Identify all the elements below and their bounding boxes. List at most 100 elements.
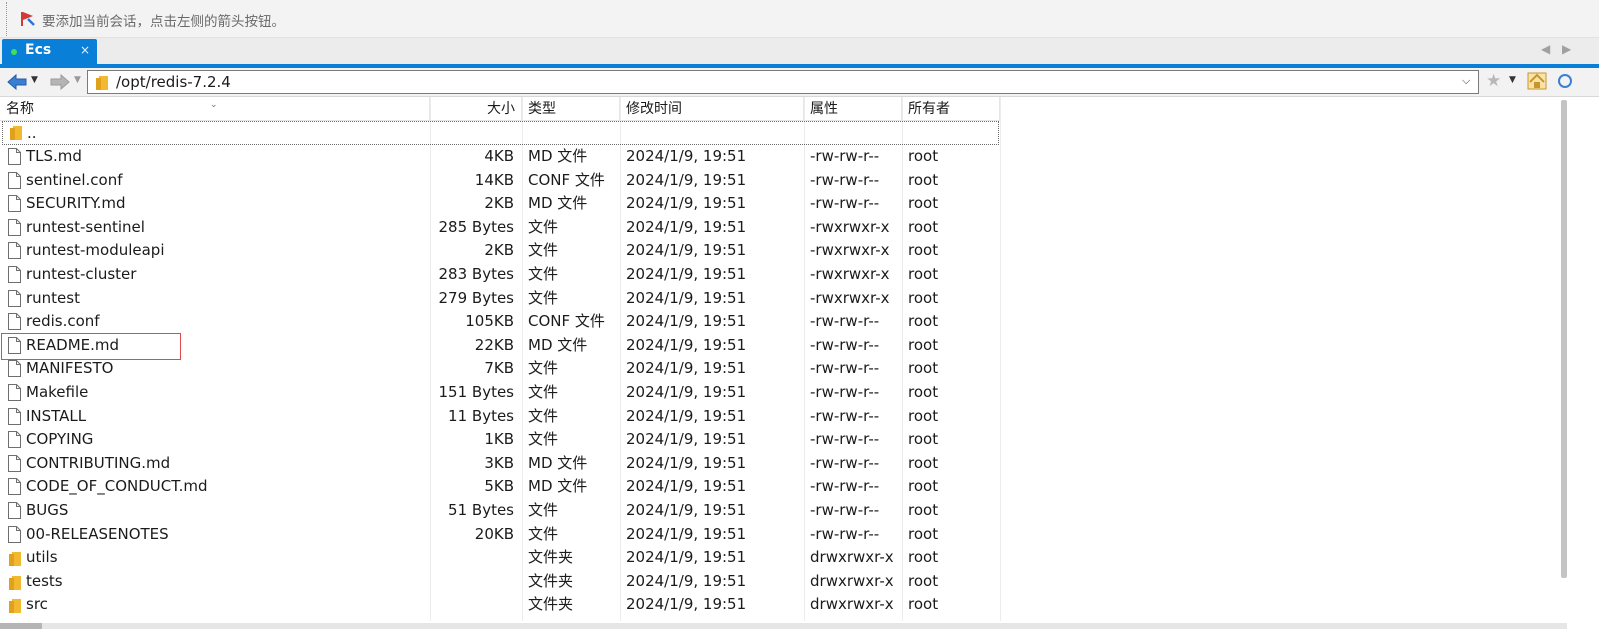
path-text: /opt/redis-7.2.4: [116, 73, 231, 91]
file-owner: root: [908, 335, 939, 354]
file-attr: -rwxrwxr-x: [810, 265, 890, 283]
file-size: [0, 570, 514, 593]
arrow-right-icon[interactable]: [49, 73, 71, 91]
file-attr: drwxrwxr-x: [810, 595, 894, 614]
file-owner: root: [908, 430, 939, 449]
file-owner: root: [908, 217, 939, 236]
file-mtime: 2024/1/9, 19:51: [626, 477, 747, 496]
file-type: 文件: [528, 406, 559, 425]
file-row[interactable]: 00-RELEASENOTES 20KB 文件 2024/1/9, 19:51 -rw-…: [0, 523, 1000, 547]
file-type: MD 文件: [528, 335, 588, 354]
folder-row[interactable]: tests 文件夹 2024/1/9, 19:51 drwxrwxr-x root: [0, 570, 1000, 594]
file-owner: root: [908, 241, 939, 260]
col-header-name[interactable]: 名称 ⌄: [0, 97, 430, 121]
back-dropdown-icon[interactable]: ▼: [31, 75, 38, 85]
file-size: 7KB: [484, 359, 514, 378]
file-mtime: 2024/1/9, 19:51: [626, 501, 747, 519]
forward-dropdown-icon[interactable]: ▼: [74, 75, 81, 85]
file-row[interactable]: BUGS 51 Bytes 文件 2024/1/9, 19:51 -rw-rw-r-- r…: [0, 499, 1000, 523]
file-row[interactable]: CONTRIBUTING.md 3KB MD 文件 2024/1/9, 19:51 -r…: [0, 452, 1000, 476]
col-header-name-label: 名称: [6, 101, 34, 117]
file-type: CONF 文件: [528, 170, 605, 189]
file-attr: -rw-rw-r--: [810, 524, 880, 543]
file-mtime: 2024/1/9, 19:51: [626, 241, 747, 260]
file-size: 20KB: [474, 524, 514, 543]
file-size: 1KB: [484, 430, 514, 449]
file-row[interactable]: runtest 279 Bytes 文件 2024/1/9, 19:51 -rwxrwx…: [0, 287, 1000, 311]
file-owner: root: [908, 548, 939, 567]
file-row[interactable]: runtest-moduleapi 2KB 文件 2024/1/9, 19:51 -rw…: [0, 239, 1000, 263]
file-size: 3KB: [484, 453, 514, 472]
file-attr: -rw-rw-r--: [810, 477, 880, 496]
file-type: 文件: [528, 359, 559, 378]
col-header-attr[interactable]: 属性: [804, 97, 902, 121]
col-header-type[interactable]: 类型: [522, 97, 620, 121]
file-owner: root: [908, 170, 939, 189]
file-attr: -rw-rw-r--: [810, 453, 880, 472]
file-row[interactable]: runtest-sentinel 285 Bytes 文件 2024/1/9, 19:…: [0, 216, 1000, 240]
flag-icon[interactable]: [21, 11, 35, 27]
tab-close-button[interactable]: ×: [80, 43, 90, 57]
file-row[interactable]: SECURITY.md 2KB MD 文件 2024/1/9, 19:51 -rw-rw…: [0, 192, 1000, 216]
horizontal-scrollbar[interactable]: [0, 623, 1567, 629]
file-attr: -rwxrwxr-x: [810, 241, 890, 260]
horizontal-scrollbar-thumb[interactable]: [0, 623, 42, 629]
file-row[interactable]: runtest-cluster 283 Bytes 文件 2024/1/9, 19:5…: [0, 263, 1000, 287]
col-header-mtime[interactable]: 修改时间: [620, 97, 804, 121]
folder-row[interactable]: src 文件夹 2024/1/9, 19:51 drwxrwxr-x root: [0, 593, 1000, 617]
file-row[interactable]: MANIFESTO 7KB 文件 2024/1/9, 19:51 -rw-rw-r-- r…: [0, 357, 1000, 381]
path-dropdown-icon[interactable]: ⌵: [1462, 74, 1470, 88]
path-input[interactable]: /opt/redis-7.2.4 ⌵: [87, 70, 1479, 94]
file-row[interactable]: COPYING 1KB 文件 2024/1/9, 19:51 -rw-rw-r-- roo…: [0, 428, 1000, 452]
file-attr: -rw-rw-r--: [810, 383, 880, 401]
file-type: 文件: [528, 217, 559, 236]
hint-text: 要添加当前会话，点击左侧的箭头按钮。: [42, 14, 285, 30]
file-list-header: 名称 ⌄ 大小 类型 修改时间 属性 所有者: [0, 97, 1000, 121]
file-type: MD 文件: [528, 477, 588, 496]
parent-dir-row[interactable]: ..: [2, 121, 999, 145]
arrow-left-icon[interactable]: [6, 73, 28, 91]
tab-scroll-left-icon[interactable]: ◀: [1541, 42, 1550, 56]
file-attr: -rw-rw-r--: [810, 170, 880, 189]
vertical-scrollbar[interactable]: [1561, 100, 1567, 578]
folder-row[interactable]: utils 文件夹 2024/1/9, 19:51 drwxrwxr-x root: [0, 546, 1000, 570]
file-row[interactable]: sentinel.conf 14KB CONF 文件 2024/1/9, 19:51-…: [0, 169, 1000, 193]
bookmark-dropdown-icon[interactable]: ▼: [1509, 75, 1516, 85]
file-attr: -rw-rw-r--: [810, 406, 880, 425]
hint-bar-edge: [6, 2, 7, 36]
file-owner: root: [908, 265, 939, 283]
file-type: 文件夹: [528, 595, 574, 614]
tab-scroll-right-icon[interactable]: ▶: [1562, 42, 1571, 56]
file-owner: root: [908, 194, 939, 213]
highlight-box: [1, 333, 181, 360]
hint-bar: 要添加当前会话，点击左侧的箭头按钮。: [0, 0, 1599, 38]
file-mtime: 2024/1/9, 19:51: [626, 548, 747, 567]
file-mtime: 2024/1/9, 19:51: [626, 312, 747, 331]
file-list: 名称 ⌄ 大小 类型 修改时间 属性 所有者 .. TLS.md 4KB MD 文件…: [0, 97, 1599, 621]
file-owner: root: [908, 524, 939, 543]
file-mtime: 2024/1/9, 19:51: [626, 595, 747, 614]
sort-arrow-icon: ⌄: [210, 100, 218, 110]
file-attr: -rw-rw-r--: [810, 335, 880, 354]
col-header-size[interactable]: 大小: [430, 97, 522, 121]
file-type: 文件: [528, 241, 559, 260]
file-row[interactable]: redis.conf 105KB CONF 文件 2024/1/9, 19:51 -rw…: [0, 310, 1000, 334]
col-header-owner[interactable]: 所有者: [902, 97, 1000, 121]
col-divider: [1000, 97, 1001, 621]
file-attr: -rw-rw-r--: [810, 147, 880, 165]
refresh-icon[interactable]: [1556, 72, 1574, 90]
file-attr: -rwxrwxr-x: [810, 217, 890, 236]
file-row[interactable]: INSTALL 11 Bytes 文件 2024/1/9, 19:51 -rw-rw-r…: [0, 405, 1000, 429]
file-row[interactable]: Makefile 151 Bytes 文件 2024/1/9, 19:51 -rw-rw…: [0, 381, 1000, 405]
home-icon[interactable]: [1527, 72, 1547, 90]
file-attr: -rw-rw-r--: [810, 359, 880, 378]
file-row[interactable]: TLS.md 4KB MD 文件 2024/1/9, 19:51 -rw-rw-r-- r…: [0, 145, 1000, 169]
file-row[interactable]: CODE_OF_CONDUCT.md 5KB MD 文件 2024/1/9, 19:5…: [0, 475, 1000, 499]
file-size: 51 Bytes: [448, 501, 514, 519]
file-mtime: 2024/1/9, 19:51: [626, 571, 747, 590]
file-owner: root: [908, 477, 939, 496]
tab-ecs[interactable]: Ecs ×: [2, 39, 97, 64]
star-icon[interactable]: ★: [1486, 71, 1501, 91]
file-size: [0, 546, 514, 569]
file-type: 文件: [528, 524, 559, 543]
